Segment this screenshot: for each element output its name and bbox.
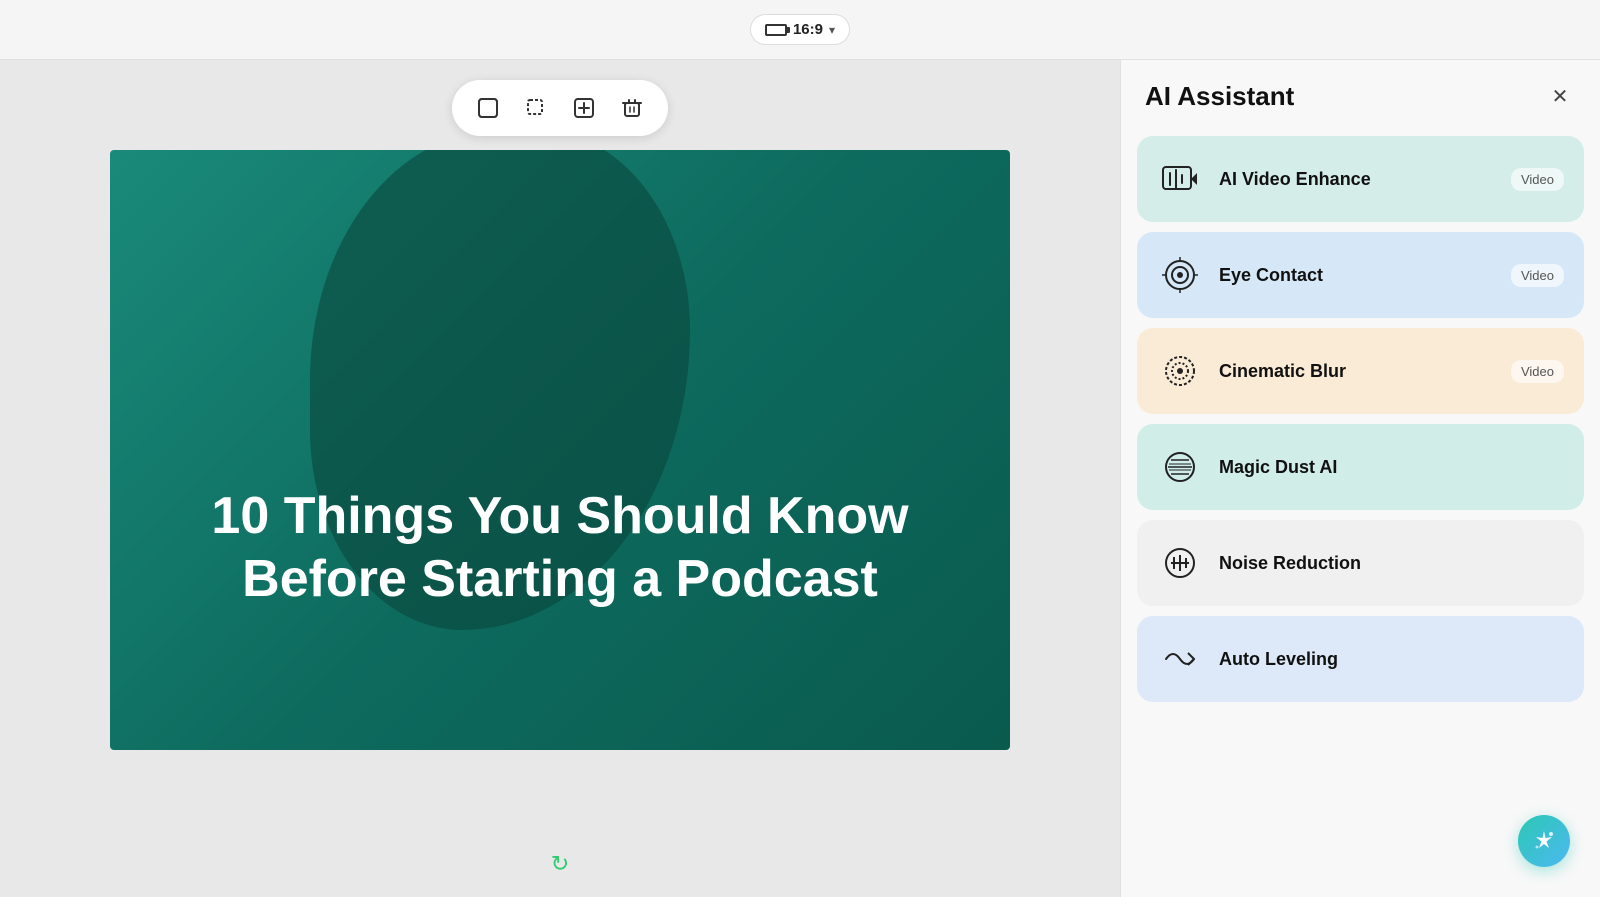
auto-leveling-icon <box>1157 636 1203 682</box>
cinematic-blur-badge: Video <box>1511 360 1564 383</box>
chevron-down-icon: ▾ <box>829 23 835 37</box>
video-preview: 10 Things You Should Know Before Startin… <box>110 150 1010 750</box>
ai-item-eye-contact[interactable]: Eye Contact Video <box>1137 232 1584 318</box>
noise-reduction-label: Noise Reduction <box>1219 553 1564 574</box>
ai-item-magic-dust[interactable]: Magic Dust AI <box>1137 424 1584 510</box>
ai-item-video-enhance[interactable]: AI Video Enhance Video <box>1137 136 1584 222</box>
delete-tool-button[interactable] <box>612 88 652 128</box>
ai-video-enhance-label: AI Video Enhance <box>1219 169 1495 190</box>
ai-assistant-panel: AI Assistant ✕ AI Video Enhance Video <box>1120 60 1600 897</box>
ai-items-list: AI Video Enhance Video Eye Cont <box>1121 128 1600 897</box>
eye-contact-badge: Video <box>1511 264 1564 287</box>
select-tool-button[interactable] <box>468 88 508 128</box>
add-tool-button[interactable] <box>564 88 604 128</box>
cinematic-blur-label: Cinematic Blur <box>1219 361 1495 382</box>
canvas-area: 10 Things You Should Know Before Startin… <box>0 60 1120 897</box>
ai-item-noise-reduction[interactable]: Noise Reduction <box>1137 520 1584 606</box>
video-title-text: 10 Things You Should Know Before Startin… <box>170 485 950 610</box>
ai-video-enhance-badge: Video <box>1511 168 1564 191</box>
battery-icon <box>765 24 787 36</box>
magic-dust-label: Magic Dust AI <box>1219 457 1564 478</box>
eye-contact-label: Eye Contact <box>1219 265 1495 286</box>
ai-item-cinematic-blur[interactable]: Cinematic Blur Video <box>1137 328 1584 414</box>
ai-video-enhance-icon <box>1157 156 1203 202</box>
top-bar: 16:9 ▾ <box>0 0 1600 60</box>
aspect-ratio-selector[interactable]: 16:9 ▾ <box>750 14 850 45</box>
aspect-ratio-label: 16:9 <box>793 21 823 38</box>
ai-panel-title: AI Assistant <box>1145 81 1294 112</box>
ai-item-auto-leveling[interactable]: Auto Leveling <box>1137 616 1584 702</box>
close-ai-panel-button[interactable]: ✕ <box>1544 80 1576 112</box>
refresh-icon[interactable]: ↻ <box>551 851 569 877</box>
toolbar <box>452 80 668 136</box>
crop-tool-button[interactable] <box>516 88 556 128</box>
main-area: 10 Things You Should Know Before Startin… <box>0 60 1600 897</box>
eye-contact-icon <box>1157 252 1203 298</box>
noise-reduction-icon <box>1157 540 1203 586</box>
auto-leveling-label: Auto Leveling <box>1219 649 1564 670</box>
magic-sparkle-button[interactable] <box>1518 815 1570 867</box>
cinematic-blur-icon <box>1157 348 1203 394</box>
magic-dust-icon <box>1157 444 1203 490</box>
ai-panel-header: AI Assistant ✕ <box>1121 60 1600 128</box>
